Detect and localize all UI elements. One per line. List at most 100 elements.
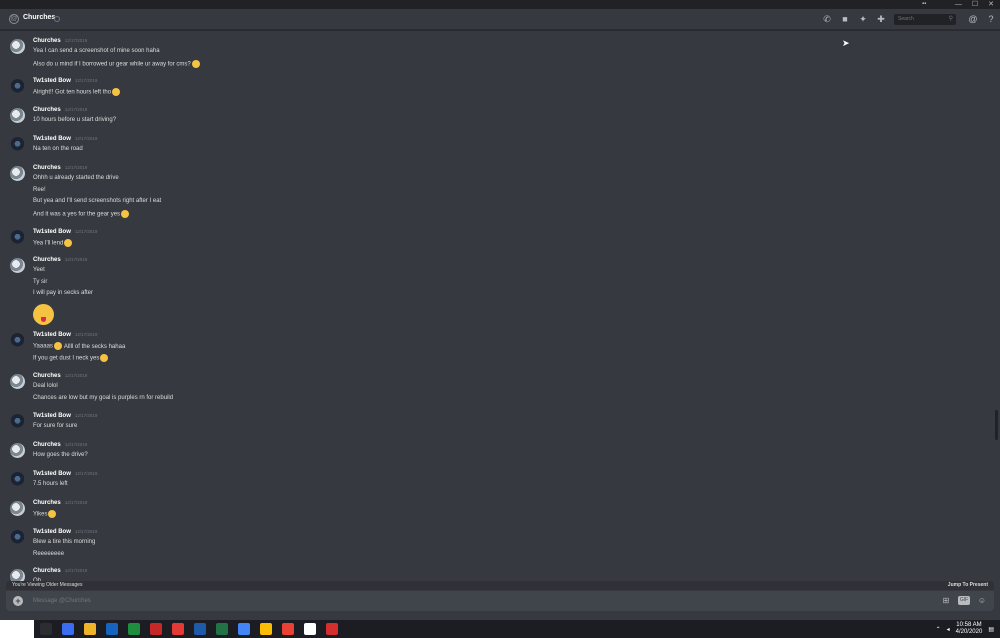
excel-icon-2[interactable] bbox=[216, 623, 228, 635]
start-button[interactable] bbox=[0, 620, 34, 638]
windows-taskbar: ⌃ ◂ 10:58 AM 4/20/2020 ▤ bbox=[0, 620, 1000, 638]
author-name[interactable]: Tw1sted Bow bbox=[33, 229, 71, 235]
author-name[interactable]: Tw1sted Bow bbox=[33, 413, 71, 419]
avatar[interactable] bbox=[10, 333, 25, 348]
message-content: Na ten on the road bbox=[33, 146, 83, 152]
message-timestamp: 12/17/2019 bbox=[64, 442, 88, 447]
add-friend-icon[interactable]: ✚ bbox=[872, 12, 890, 26]
task-view-icon[interactable] bbox=[40, 623, 52, 635]
author-name[interactable]: Tw1sted Bow bbox=[33, 471, 71, 477]
message-author[interactable]: Tw1sted Bow 12/17/2019 bbox=[33, 78, 97, 84]
avatar[interactable] bbox=[10, 79, 25, 94]
message-input[interactable]: Message @Churches bbox=[33, 598, 91, 604]
message-text: Yaaaas Allll of the secks hahaa bbox=[33, 342, 125, 350]
message-author[interactable]: Tw1sted Bow 12/17/2019 bbox=[33, 332, 97, 338]
emoji-icon[interactable] bbox=[100, 353, 109, 362]
video-icon[interactable]: ■ bbox=[836, 12, 854, 26]
author-name[interactable]: Tw1sted Bow bbox=[33, 332, 71, 338]
avatar[interactable] bbox=[10, 374, 25, 389]
author-name[interactable]: Churches bbox=[33, 442, 61, 448]
avatar[interactable] bbox=[10, 472, 25, 487]
author-name[interactable]: Churches bbox=[33, 38, 61, 44]
access-icon[interactable] bbox=[150, 623, 162, 635]
help-icon[interactable]: ? bbox=[982, 12, 1000, 26]
author-name[interactable]: Churches bbox=[33, 500, 61, 506]
volume-icon[interactable]: ◂ bbox=[947, 626, 950, 633]
message-composer[interactable]: + Message @Churches ⊞ GIF ☺ bbox=[6, 591, 994, 611]
excel-icon[interactable] bbox=[128, 623, 140, 635]
author-name[interactable]: Churches bbox=[33, 568, 61, 574]
search-input[interactable]: Search ⚲ bbox=[894, 13, 956, 25]
message-author[interactable]: Tw1sted Bow 12/17/2019 bbox=[33, 413, 97, 419]
message-list[interactable]: Churches 12/17/2019 Yea I can send a scree… bbox=[0, 31, 1000, 582]
app-icon[interactable] bbox=[326, 623, 338, 635]
upload-plus-icon[interactable]: + bbox=[13, 596, 23, 606]
notifications-icon[interactable]: ▤ bbox=[988, 626, 994, 633]
avatar[interactable] bbox=[10, 230, 25, 245]
file-explorer-icon[interactable] bbox=[84, 623, 96, 635]
gif-button[interactable]: GIF bbox=[958, 596, 970, 605]
emoji-icon[interactable] bbox=[53, 342, 62, 350]
author-name[interactable]: Churches bbox=[33, 165, 61, 171]
outlook-icon[interactable] bbox=[106, 623, 118, 635]
mention-icon[interactable]: @ bbox=[964, 12, 982, 26]
system-tray: ⌃ ◂ 10:58 AM 4/20/2020 ▤ bbox=[936, 622, 994, 636]
emoji-icon[interactable] bbox=[191, 59, 200, 68]
message-author[interactable]: Churches 12/17/2019 bbox=[33, 107, 87, 113]
message-author[interactable]: Tw1sted Bow 12/17/2019 bbox=[33, 136, 97, 142]
jump-to-present-button[interactable]: Jump To Present bbox=[948, 582, 988, 588]
author-name[interactable]: Churches bbox=[33, 257, 61, 263]
emoji-icon[interactable] bbox=[121, 209, 130, 218]
avatar[interactable] bbox=[10, 166, 25, 181]
author-name[interactable]: Churches bbox=[33, 107, 61, 113]
avatar[interactable] bbox=[10, 258, 25, 273]
message-author[interactable]: Churches 12/17/2019 bbox=[33, 500, 87, 506]
author-name[interactable]: Tw1sted Bow bbox=[33, 136, 71, 142]
message-author[interactable]: Churches 12/17/2019 bbox=[33, 373, 87, 379]
emoji-picker-icon[interactable]: ☺ bbox=[976, 595, 988, 607]
big-emoji-icon[interactable] bbox=[33, 303, 54, 325]
emoji-icon[interactable] bbox=[112, 88, 121, 96]
maximize-button[interactable]: ☐ bbox=[972, 0, 978, 9]
message-timestamp: 12/17/2019 bbox=[74, 471, 98, 476]
snip-icon[interactable] bbox=[282, 623, 294, 635]
author-name[interactable]: Churches bbox=[33, 373, 61, 379]
message-author[interactable]: Tw1sted Bow 12/17/2019 bbox=[33, 471, 97, 477]
pin-icon[interactable]: ✦ bbox=[854, 12, 872, 26]
avatar[interactable] bbox=[10, 443, 25, 458]
avatar[interactable] bbox=[10, 39, 25, 54]
chrome-icon[interactable] bbox=[62, 623, 74, 635]
clock[interactable]: 10:58 AM 4/20/2020 bbox=[956, 622, 983, 636]
avatar[interactable] bbox=[10, 501, 25, 516]
avatar[interactable] bbox=[10, 530, 25, 545]
message-content: Blew a tire this morning bbox=[33, 539, 96, 545]
message-text: And it was a yes for the gear yes bbox=[33, 209, 130, 218]
message-author[interactable]: Tw1sted Bow 12/17/2019 bbox=[33, 229, 97, 235]
message-timestamp: 12/17/2019 bbox=[64, 257, 88, 262]
settings-icon[interactable] bbox=[304, 623, 316, 635]
word-icon[interactable] bbox=[194, 623, 206, 635]
tray-chevron-icon[interactable]: ⌃ bbox=[936, 626, 941, 633]
emoji-icon[interactable] bbox=[64, 239, 73, 247]
acrobat-icon[interactable] bbox=[172, 623, 184, 635]
message-author[interactable]: Tw1sted Bow 12/17/2019 bbox=[33, 529, 97, 535]
author-name[interactable]: Tw1sted Bow bbox=[33, 78, 71, 84]
phone-call-icon[interactable]: ✆ bbox=[818, 12, 836, 26]
message-author[interactable]: Churches 12/17/2019 bbox=[33, 442, 87, 448]
avatar[interactable] bbox=[10, 414, 25, 429]
message-author[interactable]: Churches 12/17/2019 bbox=[33, 38, 87, 44]
message-author[interactable]: Churches 12/17/2019 bbox=[33, 165, 87, 171]
avatar[interactable] bbox=[10, 137, 25, 152]
chrome-icon-2[interactable] bbox=[238, 623, 250, 635]
avatar[interactable] bbox=[10, 108, 25, 123]
chrome-icon-3[interactable] bbox=[260, 623, 272, 635]
close-button[interactable]: ✕ bbox=[988, 0, 994, 9]
message-text: Alright!! Got ten hours left tho bbox=[33, 88, 121, 96]
gift-icon[interactable]: ⊞ bbox=[940, 595, 952, 607]
message-scrollbar[interactable] bbox=[995, 410, 998, 440]
author-name[interactable]: Tw1sted Bow bbox=[33, 529, 71, 535]
minimize-button[interactable]: — bbox=[955, 0, 962, 9]
message-author[interactable]: Churches 12/17/2019 bbox=[33, 568, 87, 574]
emoji-icon[interactable] bbox=[48, 510, 57, 518]
message-author[interactable]: Churches 12/17/2019 bbox=[33, 257, 87, 263]
